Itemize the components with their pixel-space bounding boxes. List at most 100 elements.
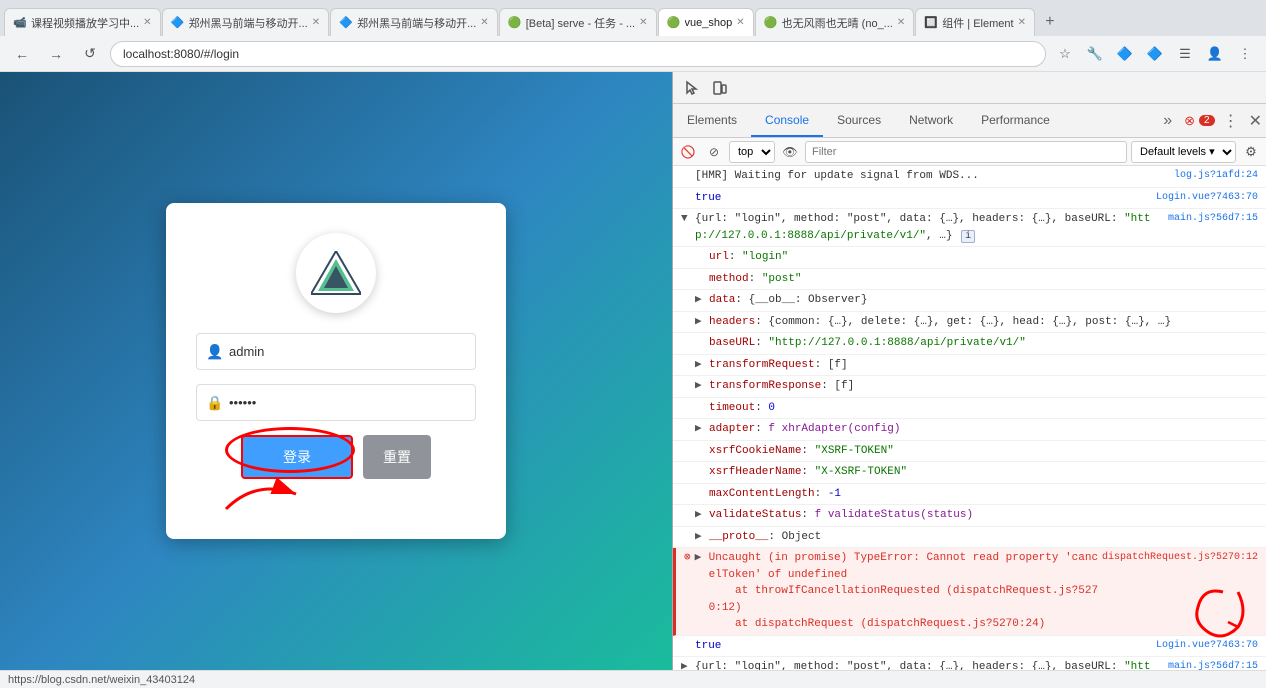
ea-obj2[interactable]: ▶ bbox=[681, 659, 695, 670]
tab-4-close[interactable]: ✕ bbox=[639, 17, 647, 28]
tab-sources[interactable]: Sources bbox=[823, 104, 895, 137]
arrow-area bbox=[196, 479, 476, 509]
console-text-3: {url: "login", method: "post", data: {…}… bbox=[695, 211, 1168, 244]
cs-true2[interactable]: Login.vue?7463:70 bbox=[1156, 638, 1258, 653]
console-source-3[interactable]: main.js?56d7:15 bbox=[1168, 211, 1258, 226]
console-line-obj2: ▶ {url: "login", method: "post", data: {… bbox=[673, 657, 1266, 670]
more-tabs-button[interactable]: » bbox=[1155, 112, 1180, 130]
console-output[interactable]: [HMR] Waiting for update signal from WDS… bbox=[673, 166, 1266, 670]
console-obj-adapter: ▶ adapter: f xhrAdapter(config) bbox=[673, 419, 1266, 441]
cs-obj2[interactable]: main.js?56d7:15 bbox=[1168, 659, 1258, 670]
password-group: 🔒 bbox=[196, 384, 476, 421]
console-source-2[interactable]: Login.vue?7463:70 bbox=[1156, 190, 1258, 205]
console-obj-validatestatus: ▶ validateStatus: f validateStatus(statu… bbox=[673, 505, 1266, 527]
tab-6-close[interactable]: ✕ bbox=[897, 17, 905, 28]
tab-6-favicon: 🟢 bbox=[764, 16, 778, 30]
console-obj-xsrfheader: xsrfHeaderName: "X-XSRF-TOKEN" bbox=[673, 462, 1266, 484]
extension-icon-4[interactable]: ☰ bbox=[1172, 41, 1198, 67]
url-bar[interactable]: localhost:8080/#/login bbox=[110, 41, 1046, 67]
filter-input[interactable] bbox=[805, 141, 1127, 163]
tab-5-close[interactable]: ✕ bbox=[736, 17, 744, 28]
ea-tr[interactable]: ▶ bbox=[695, 378, 709, 395]
error-icon-1: ⊗ bbox=[684, 550, 691, 567]
console-filter-button[interactable]: ⊘ bbox=[703, 141, 725, 163]
console-obj-transformres: ▶ transformResponse: [f] bbox=[673, 376, 1266, 398]
device-toolbar-button[interactable] bbox=[707, 75, 733, 101]
user-icon: 👤 bbox=[206, 343, 223, 360]
profile-icon[interactable]: 👤 bbox=[1202, 41, 1228, 67]
ct-mc: maxContentLength: -1 bbox=[709, 486, 1258, 503]
console-text-1: [HMR] Waiting for update signal from WDS… bbox=[695, 168, 1174, 185]
tab-console[interactable]: Console bbox=[751, 104, 823, 137]
tab-1-close[interactable]: ✕ bbox=[143, 17, 151, 28]
arrow-annotation bbox=[216, 474, 316, 514]
inspect-element-button[interactable] bbox=[679, 75, 705, 101]
new-tab-button[interactable]: + bbox=[1036, 8, 1064, 36]
status-bar: https://blog.csdn.net/weixin_43403124 bbox=[0, 670, 1266, 688]
console-settings-button[interactable]: ⚙ bbox=[1240, 141, 1262, 163]
address-bar: ← → ↺ localhost:8080/#/login ☆ 🔧 🔷 🔷 ☰ 👤… bbox=[0, 36, 1266, 72]
tab-network[interactable]: Network bbox=[895, 104, 967, 137]
eye-icon[interactable]: 👁 bbox=[779, 141, 801, 163]
bookmark-icon[interactable]: ☆ bbox=[1052, 41, 1078, 67]
forward-button[interactable]: → bbox=[42, 40, 70, 68]
ct-baseurl: baseURL: "http://127.0.0.1:8888/api/priv… bbox=[709, 335, 1258, 352]
tab-6[interactable]: 🟢 也无风雨也无晴 (no_... ✕ bbox=[755, 8, 915, 36]
login-button[interactable]: 登录 bbox=[241, 435, 353, 479]
login-page: 👤 🔒 登录 重置 bbox=[0, 72, 672, 670]
ct-tr: transformResponse: [f] bbox=[709, 378, 1258, 395]
tab-3-close[interactable]: ✕ bbox=[480, 17, 488, 28]
ea-pt[interactable]: ▶ bbox=[695, 529, 709, 546]
clear-console-button[interactable]: 🚫 bbox=[677, 141, 699, 163]
ea-ad[interactable]: ▶ bbox=[695, 421, 709, 438]
tab-performance[interactable]: Performance bbox=[967, 104, 1064, 137]
ct-pt: __proto__: Object bbox=[709, 529, 1258, 546]
tab-1[interactable]: 📹 课程视频播放学习中... ✕ bbox=[4, 8, 161, 36]
extension-icon-1[interactable]: 🔧 bbox=[1082, 41, 1108, 67]
menu-icon[interactable]: ⋮ bbox=[1232, 41, 1258, 67]
tab-3-label: 郑州黑马前端与移动开... bbox=[357, 15, 476, 31]
username-input[interactable] bbox=[196, 333, 476, 370]
extension-icon-3[interactable]: 🔷 bbox=[1142, 41, 1168, 67]
ea-data[interactable]: ▶ bbox=[695, 292, 709, 309]
ea-vs[interactable]: ▶ bbox=[695, 507, 709, 524]
console-obj-data: ▶ data: {__ob__: Observer} bbox=[673, 290, 1266, 312]
console-obj-baseurl: baseURL: "http://127.0.0.1:8888/api/priv… bbox=[673, 333, 1266, 355]
tab-5[interactable]: 🟢 vue_shop ✕ bbox=[658, 8, 754, 36]
tab-3[interactable]: 🔷 郑州黑马前端与移动开... ✕ bbox=[330, 8, 498, 36]
console-source-1[interactable]: log.js?1afd:24 bbox=[1174, 168, 1258, 183]
back-button[interactable]: ← bbox=[8, 40, 36, 68]
tab-2-label: 郑州黑马前端与移动开... bbox=[189, 15, 308, 31]
tab-elements[interactable]: Elements bbox=[673, 104, 751, 137]
devtools-close-button[interactable]: ✕ bbox=[1245, 111, 1266, 131]
tab-2[interactable]: 🔷 郑州黑马前端与移动开... ✕ bbox=[162, 8, 330, 36]
console-error-text-1: Uncaught (in promise) TypeError: Cannot … bbox=[709, 550, 1102, 633]
ct-data: data: {__ob__: Observer} bbox=[709, 292, 1258, 309]
tab-2-close[interactable]: ✕ bbox=[312, 17, 320, 28]
button-area: 登录 重置 bbox=[241, 435, 431, 479]
tab-elements-label: Elements bbox=[687, 113, 737, 127]
password-input[interactable] bbox=[196, 384, 476, 421]
console-obj-proto: ▶ __proto__: Object bbox=[673, 527, 1266, 549]
expand-arrow-3[interactable]: ▼ bbox=[681, 211, 695, 228]
log-level-selector[interactable]: Default levels ▾ bbox=[1131, 141, 1236, 163]
tab-7-close[interactable]: ✕ bbox=[1018, 17, 1026, 28]
reset-button[interactable]: 重置 bbox=[363, 435, 431, 479]
ea-tq[interactable]: ▶ bbox=[695, 357, 709, 374]
context-selector[interactable]: top bbox=[729, 141, 775, 163]
tab-4[interactable]: 🟢 [Beta] serve - 任务 - ... ✕ bbox=[499, 8, 657, 36]
devtools-toolbar bbox=[673, 72, 1266, 104]
ct-to: timeout: 0 bbox=[709, 400, 1258, 417]
extension-icon-2[interactable]: 🔷 bbox=[1112, 41, 1138, 67]
reload-button[interactable]: ↺ bbox=[76, 40, 104, 68]
console-error-source-1[interactable]: dispatchRequest.js?5270:12 bbox=[1102, 550, 1258, 565]
vue-logo bbox=[196, 233, 476, 313]
ea-headers[interactable]: ▶ bbox=[695, 314, 709, 331]
error-icon: ⊗ bbox=[1184, 113, 1195, 129]
ct-tq: transformRequest: [f] bbox=[709, 357, 1258, 374]
devtools-overflow-menu[interactable]: ⋮ bbox=[1219, 111, 1243, 131]
tab-7[interactable]: 🔲 组件 | Element ✕ bbox=[915, 8, 1035, 36]
ea-err1[interactable]: ▶ bbox=[695, 550, 709, 567]
console-obj-xsrfcookie: xsrfCookieName: "XSRF-TOKEN" bbox=[673, 441, 1266, 463]
ct-xc: xsrfCookieName: "XSRF-TOKEN" bbox=[709, 443, 1258, 460]
